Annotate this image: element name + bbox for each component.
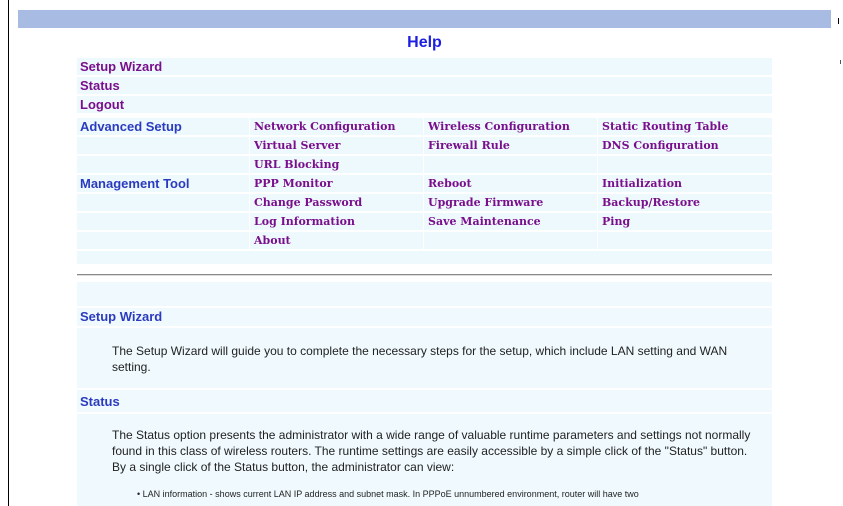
scroll-mark xyxy=(838,18,839,24)
nav-row: Status xyxy=(77,77,772,95)
link-network-configuration[interactable]: Network Configuration xyxy=(254,118,395,135)
link-log-information[interactable]: Log Information xyxy=(254,213,355,230)
nav-row: About xyxy=(77,232,772,250)
page-left-border xyxy=(8,0,9,506)
nav-status-link[interactable]: Status xyxy=(80,77,120,94)
link-ppp-monitor[interactable]: PPP Monitor xyxy=(254,175,333,192)
page-title: Help xyxy=(407,34,442,51)
link-initialization[interactable]: Initialization xyxy=(602,175,682,192)
link-static-routing-table[interactable]: Static Routing Table xyxy=(602,118,728,135)
section-text-setup-wizard: The Setup Wizard will guide you to compl… xyxy=(112,344,728,374)
link-url-blocking[interactable]: URL Blocking xyxy=(254,156,339,173)
row-background xyxy=(77,156,249,173)
row-background xyxy=(77,58,772,75)
nav-row: Management Tool PPP Monitor Reboot Initi… xyxy=(77,175,772,193)
scroll-mark xyxy=(840,60,841,64)
header-bar xyxy=(18,10,831,28)
bullet-text: LAN information - shows current LAN IP a… xyxy=(142,489,639,499)
nav-row: URL Blocking xyxy=(77,156,772,174)
section-header-band xyxy=(77,390,772,412)
link-backup-restore[interactable]: Backup/Restore xyxy=(602,194,700,211)
row-background xyxy=(598,156,772,173)
nav-row xyxy=(77,251,772,265)
link-ping[interactable]: Ping xyxy=(602,213,630,230)
spacer-band xyxy=(77,282,772,306)
link-virtual-server[interactable]: Virtual Server xyxy=(254,137,340,154)
nav-advanced-setup-label[interactable]: Advanced Setup xyxy=(80,118,182,135)
link-reboot[interactable]: Reboot xyxy=(428,175,472,192)
row-background xyxy=(77,137,249,154)
link-upgrade-firmware[interactable]: Upgrade Firmware xyxy=(428,194,543,211)
link-change-password[interactable]: Change Password xyxy=(254,194,362,211)
section-text-status: The Status option presents the administr… xyxy=(112,428,751,474)
link-wireless-configuration[interactable]: Wireless Configuration xyxy=(428,118,570,135)
nav-logout-link[interactable]: Logout xyxy=(80,96,124,113)
row-background xyxy=(598,232,772,249)
bullet-item: • LAN information - shows current LAN IP… xyxy=(137,489,639,499)
section-heading-setup-wizard: Setup Wizard xyxy=(80,309,163,324)
section-divider xyxy=(77,274,772,276)
section-heading-status: Status xyxy=(80,394,120,409)
nav-row: Advanced Setup Network Configuration Wir… xyxy=(77,118,772,136)
row-background xyxy=(77,194,249,211)
row-background xyxy=(77,213,249,230)
nav-row: Logout xyxy=(77,96,772,114)
nav-setup-wizard-link[interactable]: Setup Wizard xyxy=(80,58,162,75)
row-background xyxy=(424,156,597,173)
row-background xyxy=(424,232,597,249)
row-background xyxy=(77,77,772,94)
section-header-band xyxy=(77,308,772,326)
nav-row: Virtual Server Firewall Rule DNS Configu… xyxy=(77,137,772,155)
nav-management-tool-label[interactable]: Management Tool xyxy=(80,175,190,192)
row-background xyxy=(77,251,772,264)
row-background xyxy=(77,232,249,249)
nav-row: Setup Wizard xyxy=(77,58,772,76)
link-firewall-rule[interactable]: Firewall Rule xyxy=(428,137,510,154)
link-dns-configuration[interactable]: DNS Configuration xyxy=(602,137,719,154)
row-background xyxy=(77,96,772,113)
link-save-maintenance[interactable]: Save Maintenance xyxy=(428,213,541,230)
link-about[interactable]: About xyxy=(254,232,291,249)
nav-row: Log Information Save Maintenance Ping xyxy=(77,213,772,231)
nav-row: Change Password Upgrade Firmware Backup/… xyxy=(77,194,772,212)
